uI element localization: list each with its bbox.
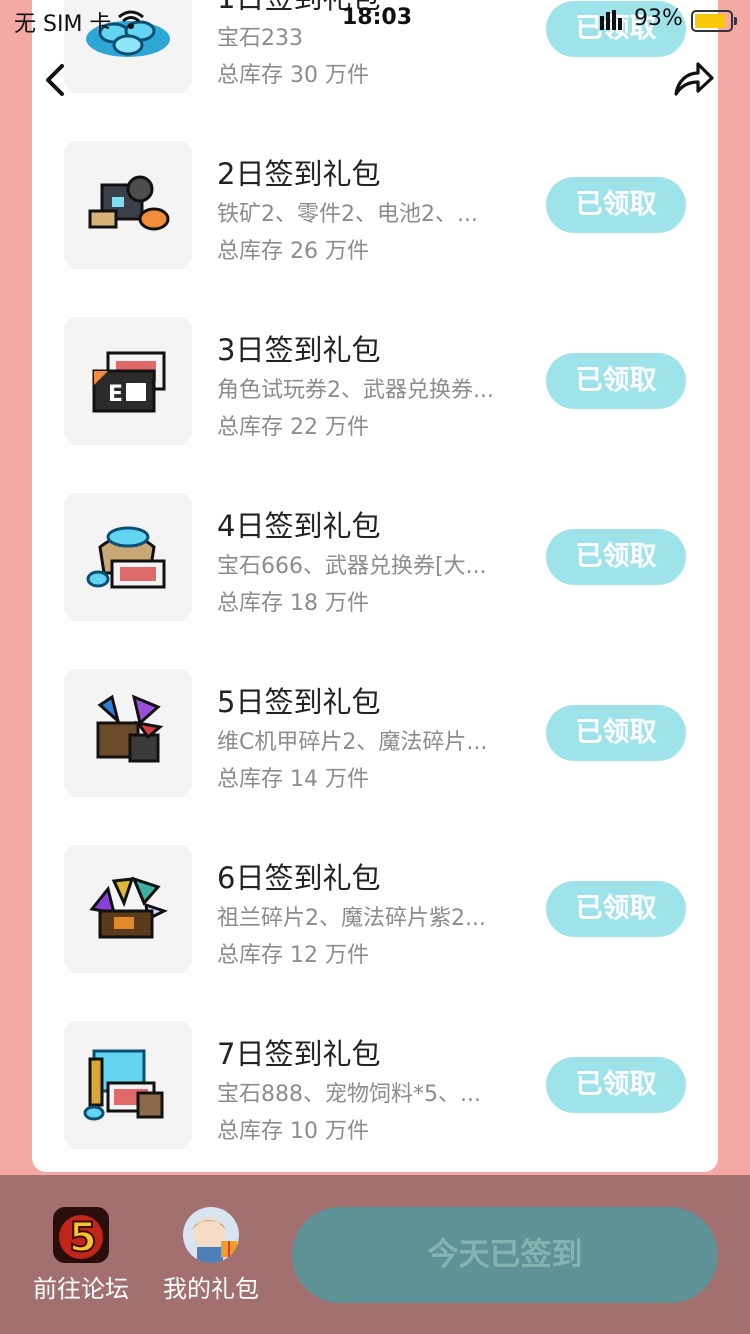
gift-stock: 总库存 18 万件 — [217, 591, 369, 616]
materials-icon — [64, 141, 192, 269]
claimed-button[interactable]: 已领取 — [546, 353, 686, 409]
gift-stock: 总库存 14 万件 — [217, 767, 369, 792]
gift-stock: 总库存 26 万件 — [217, 239, 369, 264]
svg-text:E: E — [108, 382, 123, 407]
svg-text:5: 5 — [69, 1215, 97, 1261]
mech-fragment-icon — [64, 669, 192, 797]
gift-title: 2日签到礼包 — [217, 157, 381, 191]
gift-contents: 宝石888、宠物饲料*5、... — [217, 1082, 481, 1107]
gift-stock: 总库存 10 万件 — [217, 1119, 369, 1144]
gift-contents: 宝石666、武器兑换券[大... — [217, 554, 487, 579]
gift-contents: 维C机甲碎片2、魔法碎片... — [217, 730, 488, 755]
gift-contents: 角色试玩券2、武器兑换券... — [217, 378, 494, 403]
claimed-button[interactable]: 已领取 — [546, 705, 686, 761]
wifi-icon — [118, 10, 144, 29]
claimed-button[interactable]: 已领取 — [546, 1057, 686, 1113]
forum-link[interactable]: 5 前往论坛 — [21, 1207, 141, 1304]
my-gifts-link[interactable]: 我的礼包 — [151, 1207, 271, 1304]
gift-list-card: 1日签到礼包 宝石233 总库存 30 万件 已领取 2日签到礼包 铁矿2、零件… — [32, 0, 718, 1172]
gem-bag-icon — [64, 493, 192, 621]
share-icon[interactable] — [672, 58, 716, 100]
gift-title: 4日签到礼包 — [217, 509, 381, 543]
gift-title: 3日签到礼包 — [217, 333, 381, 367]
battery-percentage: 93% — [634, 6, 683, 31]
gift-stock: 总库存 22 万件 — [217, 415, 369, 440]
gift-item: 5日签到礼包 维C机甲碎片2、魔法碎片... 总库存 14 万件 已领取 — [32, 669, 718, 799]
ticket-icon: E — [64, 317, 192, 445]
clock: 18:03 — [342, 5, 413, 30]
gift-title: 7日签到礼包 — [217, 1037, 381, 1071]
signal-icon — [600, 10, 622, 30]
crystal-fragment-icon — [64, 845, 192, 973]
carrier-label: 无 SIM 卡 — [14, 12, 112, 37]
claimed-button[interactable]: 已领取 — [546, 881, 686, 937]
game-logo-icon: 5 — [53, 1207, 109, 1263]
gift-contents: 祖兰碎片2、魔法碎片紫2... — [217, 906, 486, 931]
gift-contents: 铁矿2、零件2、电池2、... — [217, 202, 478, 227]
avatar — [183, 1207, 239, 1263]
gift-title: 6日签到礼包 — [217, 861, 381, 895]
treasure-bundle-icon — [64, 1021, 192, 1149]
gift-item: 6日签到礼包 祖兰碎片2、魔法碎片紫2... 总库存 12 万件 已领取 — [32, 845, 718, 975]
gift-item: 2日签到礼包 铁矿2、零件2、电池2、... 总库存 26 万件 已领取 — [32, 141, 718, 271]
gift-stock: 总库存 30 万件 — [217, 63, 369, 88]
gift-item: 7日签到礼包 宝石888、宠物饲料*5、... 总库存 10 万件 已领取 — [32, 1021, 718, 1151]
bottom-action-bar: 5 前往论坛 我的礼包 今天已签到 — [0, 1175, 750, 1334]
claimed-button[interactable]: 已领取 — [546, 529, 686, 585]
gift-stock: 总库存 12 万件 — [217, 943, 369, 968]
claimed-button[interactable]: 已领取 — [546, 177, 686, 233]
gift-item: E 3日签到礼包 角色试玩券2、武器兑换券... 总库存 22 万件 已领取 — [32, 317, 718, 447]
forum-label: 前往论坛 — [33, 1275, 129, 1303]
status-bar: 无 SIM 卡 18:03 93% — [0, 0, 750, 40]
gift-item: 4日签到礼包 宝石666、武器兑换券[大... 总库存 18 万件 已领取 — [32, 493, 718, 623]
signed-in-today-button[interactable]: 今天已签到 — [292, 1207, 718, 1303]
back-icon[interactable] — [40, 60, 74, 100]
battery-icon — [691, 10, 737, 32]
my-gifts-label: 我的礼包 — [163, 1275, 259, 1303]
gift-title: 5日签到礼包 — [217, 685, 381, 719]
